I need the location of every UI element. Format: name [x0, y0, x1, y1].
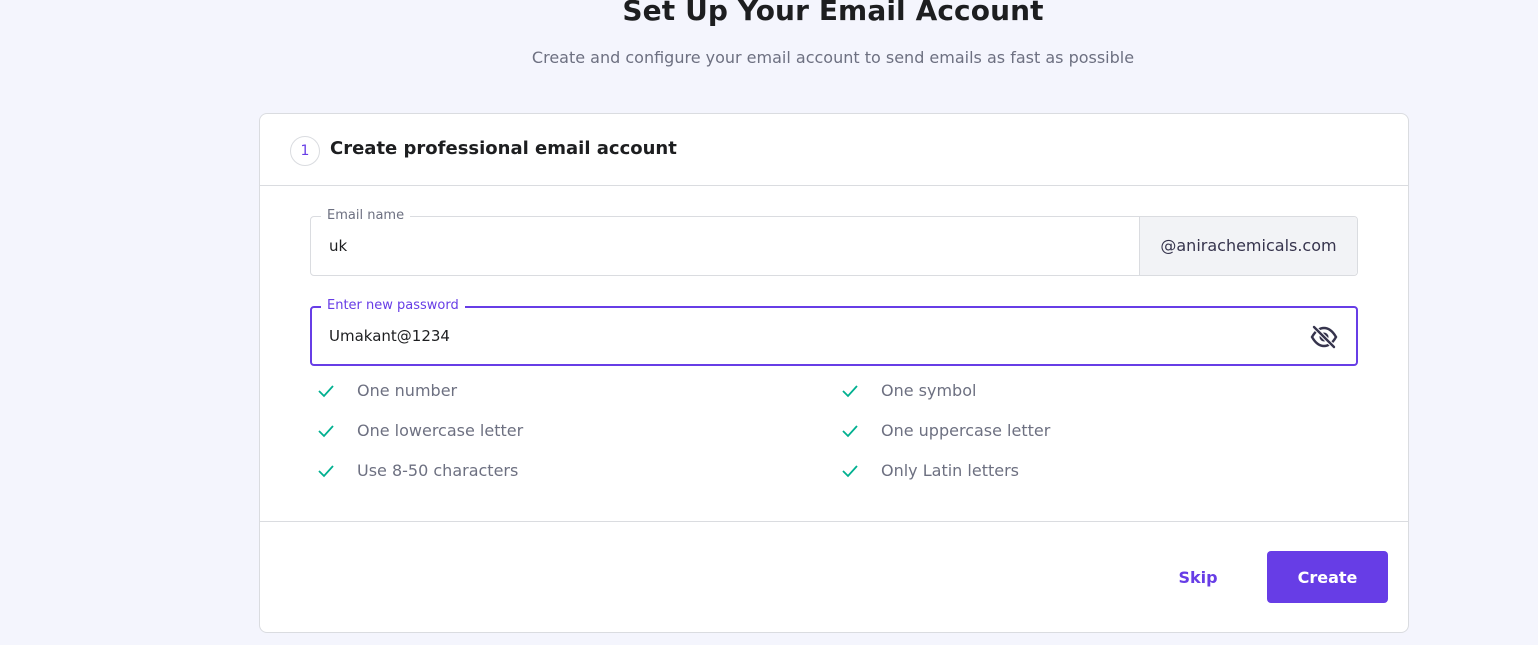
- skip-button[interactable]: Skip: [1164, 551, 1232, 603]
- password-field: Enter new password: [310, 297, 1358, 366]
- email-name-input[interactable]: [329, 217, 1109, 275]
- step-title: Create professional email account: [330, 138, 677, 159]
- password-input[interactable]: [329, 307, 1109, 365]
- email-domain-suffix: @anirachemicals.com: [1139, 217, 1357, 275]
- check-icon: [318, 465, 334, 478]
- step-number-badge: 1: [290, 136, 320, 166]
- requirement-text: Only Latin letters: [881, 461, 1019, 480]
- email-setup-card: 1 Create professional email account Emai…: [259, 113, 1409, 633]
- eye-off-icon[interactable]: [1310, 323, 1338, 351]
- requirement-text: One uppercase letter: [881, 421, 1051, 440]
- requirement-text: One symbol: [881, 381, 977, 400]
- page-title: Set Up Your Email Account: [622, 0, 1044, 27]
- check-icon: [842, 385, 858, 398]
- create-button[interactable]: Create: [1267, 551, 1388, 603]
- check-icon: [318, 425, 334, 438]
- check-icon: [842, 465, 858, 478]
- page-subtitle: Create and configure your email account …: [531, 48, 1135, 67]
- footer-divider: [260, 521, 1408, 522]
- requirement-text: Use 8-50 characters: [357, 461, 519, 480]
- check-icon: [318, 385, 334, 398]
- card-header: 1 Create professional email account: [260, 114, 1408, 186]
- requirement-text: One number: [357, 381, 458, 400]
- email-name-field: Email name @anirachemicals.com: [310, 207, 1358, 276]
- requirement-text: One lowercase letter: [357, 421, 524, 440]
- check-icon: [842, 425, 858, 438]
